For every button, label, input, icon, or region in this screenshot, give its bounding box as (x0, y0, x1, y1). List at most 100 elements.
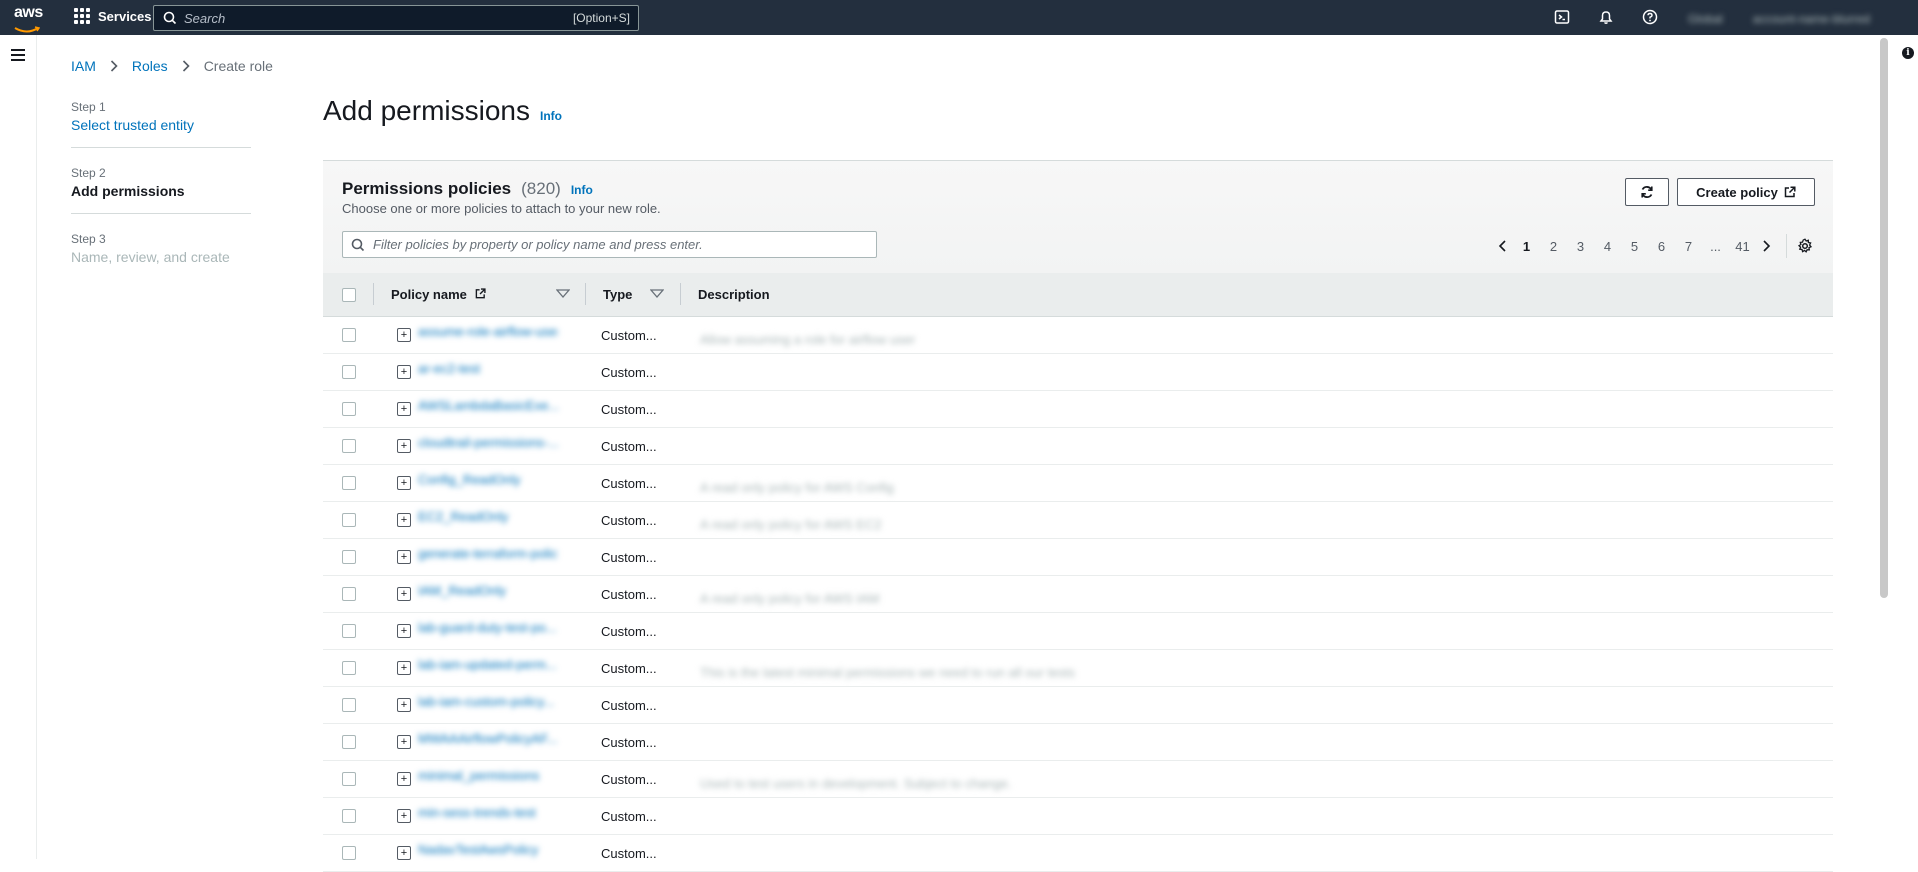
refresh-icon (1641, 186, 1653, 198)
policy-name-link[interactable]: NadavTestAwsPolicy (418, 842, 558, 857)
expand-plus-icon[interactable]: + (397, 624, 411, 638)
expand-plus-icon[interactable]: + (397, 402, 411, 416)
page-info-link[interactable]: Info (540, 109, 562, 123)
policy-filter-box[interactable] (342, 231, 877, 258)
column-header-policy-name[interactable]: Policy name (391, 287, 486, 302)
page-7[interactable]: 7 (1675, 239, 1702, 254)
row-checkbox[interactable] (342, 809, 356, 823)
page-3[interactable]: 3 (1567, 239, 1594, 254)
policy-name-link[interactable]: lab-iam-custom-policy... (418, 694, 558, 709)
account-menu[interactable]: account-name-blurred (1753, 12, 1870, 26)
expand-plus-icon[interactable]: + (397, 772, 411, 786)
row-checkbox[interactable] (342, 365, 356, 379)
table-row[interactable]: + Config_ReadOnly Custom... A read only pol… (323, 465, 1833, 502)
table-row[interactable]: + NadavTestAwsPolicy Custom... (323, 835, 1833, 872)
select-all-checkbox[interactable] (342, 288, 356, 302)
row-checkbox[interactable] (342, 735, 356, 749)
table-row[interactable]: + minimal_permissions Custom... Used to tes… (323, 761, 1833, 798)
table-row[interactable]: + generate-terraform-policy Custom... (323, 539, 1833, 576)
step-link-select-trusted-entity[interactable]: Select trusted entity (71, 117, 251, 133)
policy-name-link[interactable]: AWSLambdaBasicExe... (418, 398, 558, 413)
search-icon (163, 11, 177, 25)
expand-plus-icon[interactable]: + (397, 550, 411, 564)
policy-name-link[interactable]: minimal_permissions (418, 768, 558, 783)
table-row[interactable]: + assume-role-airflow-user Custom... Allow … (323, 317, 1833, 354)
table-row[interactable]: + min-sess-trends-test Custom... (323, 798, 1833, 835)
notifications-bell-icon[interactable] (1597, 8, 1615, 26)
page-4[interactable]: 4 (1594, 239, 1621, 254)
policy-name-link[interactable]: lab-guard-duty-test-po... (418, 620, 558, 635)
table-row[interactable]: + IAM_ReadOnly Custom... A read only policy… (323, 576, 1833, 613)
expand-plus-icon[interactable]: + (397, 513, 411, 527)
breadcrumb-iam[interactable]: IAM (71, 58, 96, 74)
table-row[interactable]: + lab-iam-custom-policy... Custom... (323, 687, 1833, 724)
services-menu-button[interactable]: Services (74, 8, 152, 24)
policy-name-link[interactable]: MWAAAirflowPolicyAF... (418, 731, 558, 746)
global-search-box[interactable]: [Option+S] (153, 5, 639, 31)
page-2[interactable]: 2 (1540, 239, 1567, 254)
row-checkbox[interactable] (342, 550, 356, 564)
policy-filter-input[interactable] (371, 236, 876, 253)
region-selector[interactable]: Global (1688, 12, 1723, 26)
page-1[interactable]: 1 (1513, 239, 1540, 254)
policy-name-link[interactable]: cloudtrail-permissions-... (418, 435, 558, 450)
expand-plus-icon[interactable]: + (397, 328, 411, 342)
row-checkbox[interactable] (342, 698, 356, 712)
row-checkbox[interactable] (342, 328, 356, 342)
expand-plus-icon[interactable]: + (397, 439, 411, 453)
global-search-input[interactable] (182, 9, 573, 27)
page-5[interactable]: 5 (1621, 239, 1648, 254)
table-row[interactable]: + lab-guard-duty-test-po... Custom... (323, 613, 1833, 650)
page-scrollbar[interactable] (1880, 38, 1888, 598)
policy-name-link[interactable]: Config_ReadOnly (418, 472, 558, 487)
page-41[interactable]: 41 (1729, 239, 1756, 254)
refresh-button[interactable] (1625, 178, 1669, 206)
row-checkbox[interactable] (342, 587, 356, 601)
policy-name-link[interactable]: EC2_ReadOnly (418, 509, 558, 524)
info-panel-icon[interactable]: i (1902, 47, 1914, 59)
policy-name-link[interactable]: ar-ec2-test (418, 361, 558, 376)
policy-name-link[interactable]: assume-role-airflow-user (418, 324, 558, 339)
row-checkbox[interactable] (342, 402, 356, 416)
table-row[interactable]: + lab-iam-updated-perm... Custom... This is… (323, 650, 1833, 687)
chevron-left-icon[interactable] (1493, 239, 1513, 253)
row-checkbox[interactable] (342, 476, 356, 490)
table-row[interactable]: + AWSLambdaBasicExe... Custom... (323, 391, 1833, 428)
menu-hamburger-icon[interactable] (11, 49, 25, 64)
expand-plus-icon[interactable]: + (397, 809, 411, 823)
page-6[interactable]: 6 (1648, 239, 1675, 254)
chevron-right-icon[interactable] (1756, 239, 1776, 253)
table-row[interactable]: + ar-ec2-test Custom... (323, 354, 1833, 391)
expand-plus-icon[interactable]: + (397, 476, 411, 490)
row-checkbox[interactable] (342, 772, 356, 786)
table-row[interactable]: + cloudtrail-permissions-... Custom... (323, 428, 1833, 465)
policy-name-link[interactable]: min-sess-trends-test (418, 805, 558, 820)
expand-plus-icon[interactable]: + (397, 846, 411, 860)
column-header-type[interactable]: Type (603, 287, 632, 302)
row-checkbox[interactable] (342, 439, 356, 453)
row-checkbox[interactable] (342, 661, 356, 675)
row-checkbox[interactable] (342, 846, 356, 860)
help-icon[interactable] (1641, 8, 1659, 26)
expand-plus-icon[interactable]: + (397, 587, 411, 601)
expand-plus-icon[interactable]: + (397, 735, 411, 749)
aws-logo[interactable]: aws (14, 5, 46, 33)
breadcrumb-roles[interactable]: Roles (132, 58, 168, 74)
table-row[interactable]: + EC2_ReadOnly Custom... A read only policy… (323, 502, 1833, 539)
table-row[interactable]: + MWAAAirflowPolicyAF... Custom... (323, 724, 1833, 761)
cloudshell-icon[interactable] (1553, 8, 1571, 26)
policy-name-link[interactable]: lab-iam-updated-perm... (418, 657, 558, 672)
settings-gear-icon[interactable] (1797, 238, 1813, 254)
row-checkbox[interactable] (342, 624, 356, 638)
policy-name-link[interactable]: IAM_ReadOnly (418, 583, 558, 598)
policy-type: Custom... (601, 698, 657, 713)
panel-info-link[interactable]: Info (571, 183, 593, 197)
policy-name-link[interactable]: generate-terraform-policy (418, 546, 558, 561)
expand-plus-icon[interactable]: + (397, 365, 411, 379)
sort-caret-down-icon[interactable] (556, 289, 570, 299)
sort-caret-down-icon[interactable] (650, 289, 664, 299)
expand-plus-icon[interactable]: + (397, 661, 411, 675)
row-checkbox[interactable] (342, 513, 356, 527)
expand-plus-icon[interactable]: + (397, 698, 411, 712)
create-policy-button[interactable]: Create policy (1677, 178, 1815, 206)
